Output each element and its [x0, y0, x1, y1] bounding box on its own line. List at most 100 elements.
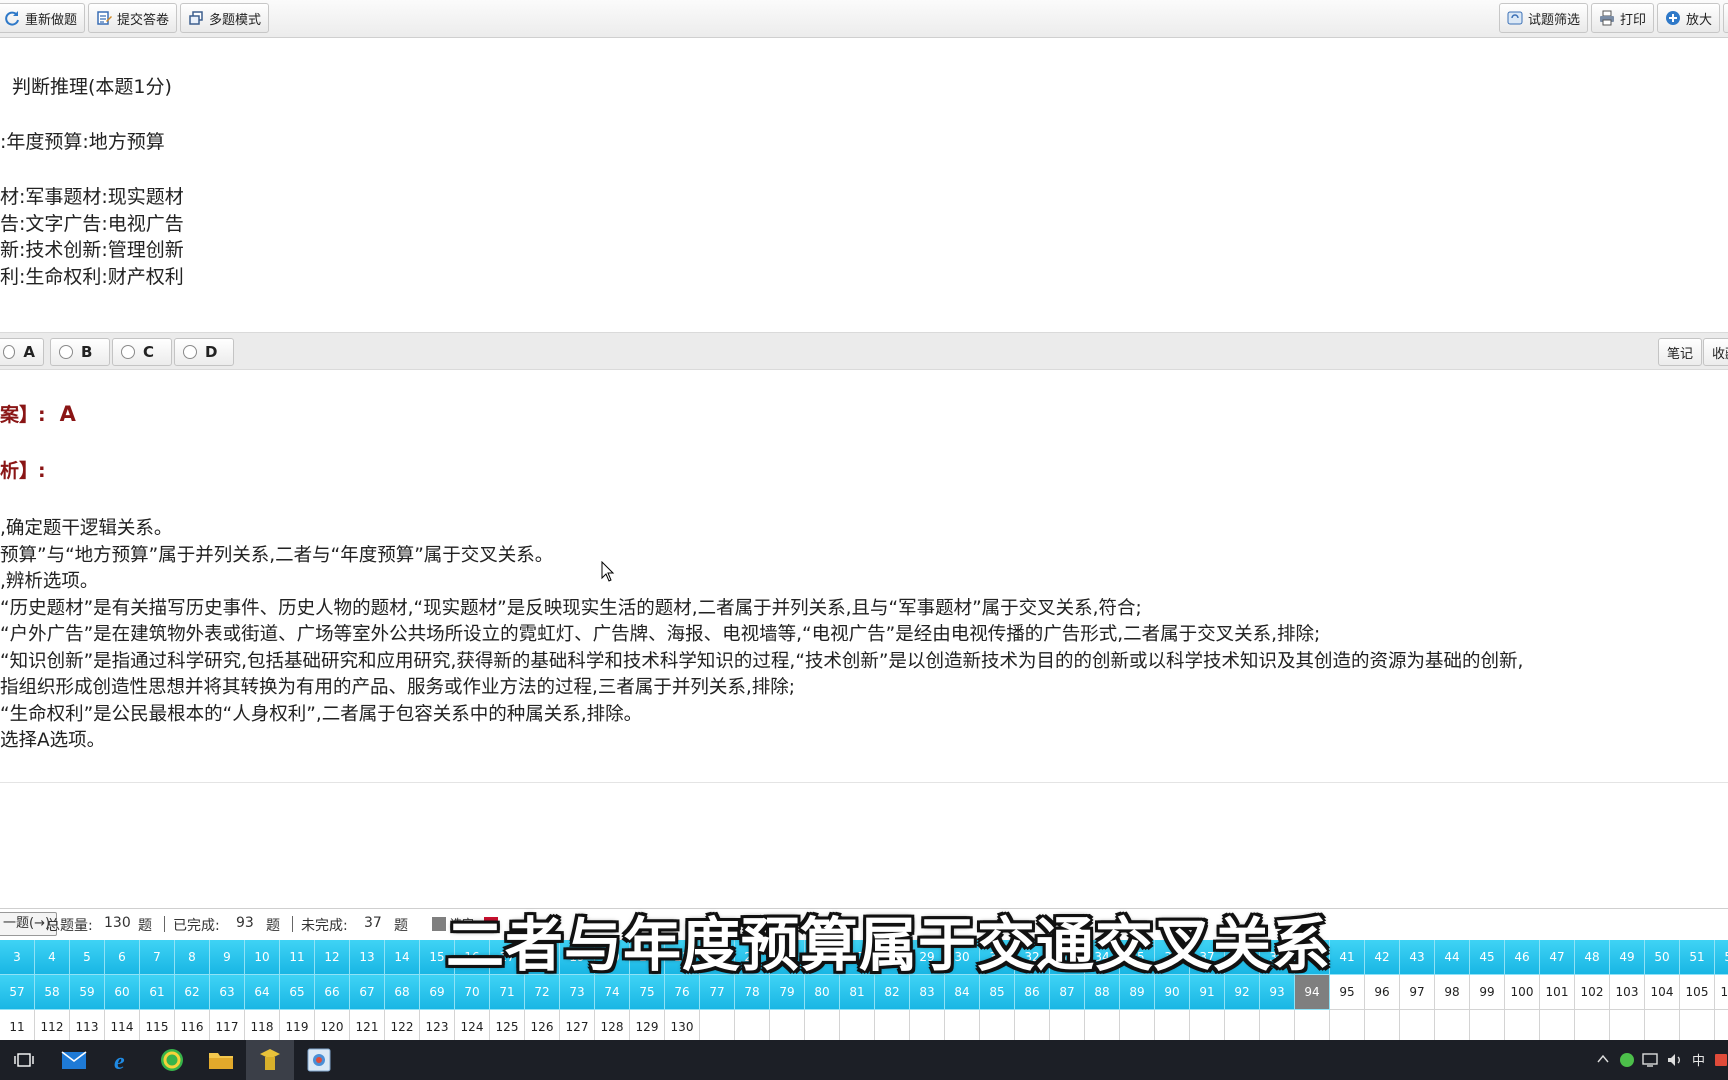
ime-indicator[interactable]: 中	[1692, 1050, 1705, 1069]
question-number-cell[interactable]: 60	[105, 975, 140, 1010]
print-label: 打印	[1620, 12, 1647, 28]
question-number-cell[interactable]: 41	[1330, 940, 1365, 975]
question-number-cell[interactable]: 96	[1365, 975, 1400, 1010]
photo-app-button[interactable]	[295, 1040, 343, 1080]
question-number-cell[interactable]: 48	[1575, 940, 1610, 975]
collect-button[interactable]: 收藏	[1703, 338, 1728, 366]
note-button[interactable]: 笔记	[1658, 338, 1703, 366]
note-label: 笔记	[1667, 346, 1694, 362]
question-number-cell[interactable]: 66	[315, 975, 350, 1010]
question-number-cell[interactable]: 7	[140, 940, 175, 975]
question-option-a: 材:军事题材:现实题材	[0, 186, 184, 208]
question-number-cell[interactable]: 9	[210, 940, 245, 975]
total-value: 130	[104, 915, 131, 931]
collect-label: 收藏	[1712, 346, 1728, 362]
zoom-out-button[interactable]	[1723, 3, 1728, 33]
question-number-cell[interactable]: 67	[350, 975, 385, 1010]
question-number-cell[interactable]: 104	[1645, 975, 1680, 1010]
choice-b-radio[interactable]	[59, 345, 73, 359]
question-number-cell[interactable]: 65	[280, 975, 315, 1010]
question-number-cell[interactable]: 68	[385, 975, 420, 1010]
mail-app-button[interactable]	[50, 1040, 98, 1080]
question-number-cell[interactable]: 51	[1680, 940, 1715, 975]
question-number-cell[interactable]: 46	[1505, 940, 1540, 975]
choice-c-radio[interactable]	[121, 345, 135, 359]
question-number-cell[interactable]: 58	[35, 975, 70, 1010]
question-number-cell[interactable]: 12	[315, 940, 350, 975]
filter-button[interactable]: 试题筛选	[1499, 3, 1589, 33]
analysis-line: “生命权利”是公民最根本的“人身权利”,二者属于包容关系中的种属关系,排除。	[0, 704, 643, 725]
question-number-cell[interactable]: 3	[0, 940, 35, 975]
choice-a-button[interactable]: A	[0, 338, 44, 366]
question-number-cell[interactable]: 59	[70, 975, 105, 1010]
question-number-cell[interactable]: 11	[280, 940, 315, 975]
question-number-cell[interactable]: 45	[1470, 940, 1505, 975]
question-number-cell[interactable]: 57	[0, 975, 35, 1010]
question-number-cell[interactable]: 98	[1435, 975, 1470, 1010]
task-view-icon	[14, 1053, 34, 1067]
choice-d-radio[interactable]	[183, 345, 197, 359]
question-number-cell[interactable]: 64	[245, 975, 280, 1010]
choice-c-label: C	[143, 343, 155, 361]
question-number-cell[interactable]: 102	[1575, 975, 1610, 1010]
question-number-cell[interactable]: 99	[1470, 975, 1505, 1010]
status-separator	[292, 916, 293, 932]
question-number-cell[interactable]: 63	[210, 975, 245, 1010]
correct-answer: 案】: A	[0, 400, 76, 427]
question-number-cell[interactable]: 97	[1400, 975, 1435, 1010]
filter-label: 试题筛选	[1528, 12, 1581, 28]
question-number-cell[interactable]: 5	[70, 940, 105, 975]
question-stem: :年度预算:地方预算	[0, 131, 165, 153]
submit-button[interactable]: 提交答卷	[88, 3, 178, 33]
question-number-cell[interactable]: 95	[1330, 975, 1365, 1010]
question-number-cell[interactable]: 13	[350, 940, 385, 975]
notification-icon[interactable]	[1714, 1052, 1728, 1068]
question-number-cell[interactable]: 6	[105, 940, 140, 975]
volume-icon[interactable]	[1666, 1052, 1684, 1068]
question-number-cell[interactable]: 52	[1715, 940, 1728, 975]
todo-unit: 题	[394, 918, 408, 934]
question-number-cell[interactable]: 4	[35, 940, 70, 975]
question-number-cell[interactable]: 14	[385, 940, 420, 975]
choice-a-label: A	[23, 343, 35, 361]
choice-b-button[interactable]: B	[50, 338, 110, 366]
question-number-cell[interactable]: 61	[140, 975, 175, 1010]
edge-icon: e	[114, 1049, 125, 1072]
question-number-cell[interactable]: 49	[1610, 940, 1645, 975]
choice-c-button[interactable]: C	[112, 338, 172, 366]
content-divider	[0, 782, 1728, 783]
question-number-cell[interactable]: 62	[175, 975, 210, 1010]
question-number-cell[interactable]: 8	[175, 940, 210, 975]
question-number-cell[interactable]: 50	[1645, 940, 1680, 975]
network-icon[interactable]	[1642, 1052, 1660, 1068]
multi-mode-button[interactable]: 多题模式	[180, 3, 270, 33]
analysis-line: “户外广告”是在建筑物外表或街道、广场等室外公共场所设立的霓虹灯、广告牌、海报、…	[0, 624, 1321, 645]
choice-d-button[interactable]: D	[174, 338, 234, 366]
green-tray-icon[interactable]	[1619, 1052, 1635, 1068]
toolbar-right-group: 试题筛选 打印 放大	[1499, 3, 1728, 33]
zoom-in-button[interactable]: 放大	[1657, 3, 1721, 33]
question-number-cell[interactable]: 103	[1610, 975, 1645, 1010]
question-number-cell[interactable]: 105	[1680, 975, 1715, 1010]
total-unit: 题	[138, 918, 152, 934]
question-number-cell[interactable]: 44	[1435, 940, 1470, 975]
file-explorer-button[interactable]	[197, 1040, 245, 1080]
exam-app-icon	[260, 1049, 280, 1070]
print-button[interactable]: 打印	[1591, 3, 1655, 33]
choice-a-radio[interactable]	[3, 345, 16, 359]
task-view-button[interactable]	[0, 1040, 48, 1080]
exam-app-button[interactable]	[246, 1040, 294, 1080]
browser-360-button[interactable]	[148, 1040, 196, 1080]
question-number-cell[interactable]: 47	[1540, 940, 1575, 975]
analysis-line: ,确定题干逻辑关系。	[0, 518, 173, 539]
question-number-cell[interactable]: 43	[1400, 940, 1435, 975]
question-number-cell[interactable]: 10	[245, 940, 280, 975]
todo-label: 未完成:	[301, 918, 348, 934]
question-number-cell[interactable]: 100	[1505, 975, 1540, 1010]
chevron-up-icon[interactable]	[1597, 1054, 1609, 1064]
question-number-cell[interactable]: 101	[1540, 975, 1575, 1010]
redo-button[interactable]: 重新做题	[0, 3, 86, 33]
edge-browser-button[interactable]: e	[99, 1040, 147, 1080]
question-number-cell[interactable]: 42	[1365, 940, 1400, 975]
question-number-cell[interactable]: 106	[1715, 975, 1728, 1010]
